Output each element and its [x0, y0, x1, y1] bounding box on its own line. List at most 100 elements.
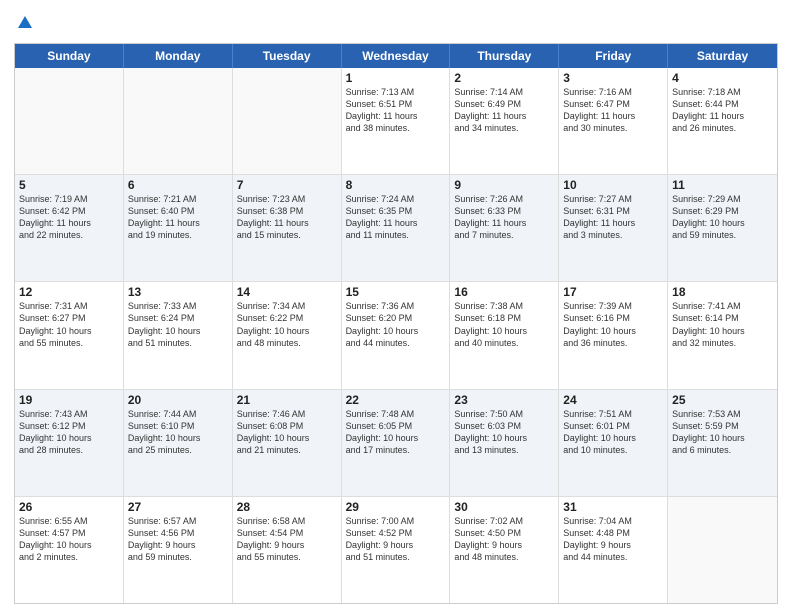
calendar-empty-cell [124, 68, 233, 174]
day-number: 16 [454, 285, 554, 299]
day-details: Sunrise: 7:14 AM Sunset: 6:49 PM Dayligh… [454, 86, 554, 135]
day-number: 8 [346, 178, 446, 192]
calendar-day-29: 29Sunrise: 7:00 AM Sunset: 4:52 PM Dayli… [342, 497, 451, 603]
day-number: 3 [563, 71, 663, 85]
day-details: Sunrise: 7:50 AM Sunset: 6:03 PM Dayligh… [454, 408, 554, 457]
day-details: Sunrise: 7:29 AM Sunset: 6:29 PM Dayligh… [672, 193, 773, 242]
day-details: Sunrise: 7:39 AM Sunset: 6:16 PM Dayligh… [563, 300, 663, 349]
header-day-tuesday: Tuesday [233, 44, 342, 68]
day-number: 20 [128, 393, 228, 407]
day-number: 1 [346, 71, 446, 85]
day-details: Sunrise: 7:48 AM Sunset: 6:05 PM Dayligh… [346, 408, 446, 457]
calendar-day-24: 24Sunrise: 7:51 AM Sunset: 6:01 PM Dayli… [559, 390, 668, 496]
calendar-day-9: 9Sunrise: 7:26 AM Sunset: 6:33 PM Daylig… [450, 175, 559, 281]
calendar-day-28: 28Sunrise: 6:58 AM Sunset: 4:54 PM Dayli… [233, 497, 342, 603]
calendar-row-2: 12Sunrise: 7:31 AM Sunset: 6:27 PM Dayli… [15, 282, 777, 389]
header-day-wednesday: Wednesday [342, 44, 451, 68]
day-number: 11 [672, 178, 773, 192]
day-details: Sunrise: 7:26 AM Sunset: 6:33 PM Dayligh… [454, 193, 554, 242]
day-number: 7 [237, 178, 337, 192]
calendar-day-19: 19Sunrise: 7:43 AM Sunset: 6:12 PM Dayli… [15, 390, 124, 496]
day-details: Sunrise: 7:31 AM Sunset: 6:27 PM Dayligh… [19, 300, 119, 349]
day-number: 2 [454, 71, 554, 85]
calendar-day-15: 15Sunrise: 7:36 AM Sunset: 6:20 PM Dayli… [342, 282, 451, 388]
day-details: Sunrise: 6:58 AM Sunset: 4:54 PM Dayligh… [237, 515, 337, 564]
calendar-day-8: 8Sunrise: 7:24 AM Sunset: 6:35 PM Daylig… [342, 175, 451, 281]
calendar-day-31: 31Sunrise: 7:04 AM Sunset: 4:48 PM Dayli… [559, 497, 668, 603]
day-number: 5 [19, 178, 119, 192]
day-number: 14 [237, 285, 337, 299]
day-number: 24 [563, 393, 663, 407]
day-number: 29 [346, 500, 446, 514]
logo-icon [16, 14, 34, 32]
calendar-day-18: 18Sunrise: 7:41 AM Sunset: 6:14 PM Dayli… [668, 282, 777, 388]
day-number: 26 [19, 500, 119, 514]
day-number: 9 [454, 178, 554, 192]
day-number: 25 [672, 393, 773, 407]
day-number: 13 [128, 285, 228, 299]
page-header [14, 10, 778, 37]
calendar-day-22: 22Sunrise: 7:48 AM Sunset: 6:05 PM Dayli… [342, 390, 451, 496]
day-number: 27 [128, 500, 228, 514]
day-number: 18 [672, 285, 773, 299]
day-details: Sunrise: 7:36 AM Sunset: 6:20 PM Dayligh… [346, 300, 446, 349]
day-number: 22 [346, 393, 446, 407]
day-number: 10 [563, 178, 663, 192]
calendar-day-16: 16Sunrise: 7:38 AM Sunset: 6:18 PM Dayli… [450, 282, 559, 388]
calendar-day-26: 26Sunrise: 6:55 AM Sunset: 4:57 PM Dayli… [15, 497, 124, 603]
header-day-friday: Friday [559, 44, 668, 68]
header-day-thursday: Thursday [450, 44, 559, 68]
header-day-sunday: Sunday [15, 44, 124, 68]
day-details: Sunrise: 7:16 AM Sunset: 6:47 PM Dayligh… [563, 86, 663, 135]
calendar-empty-cell [668, 497, 777, 603]
day-details: Sunrise: 7:27 AM Sunset: 6:31 PM Dayligh… [563, 193, 663, 242]
day-details: Sunrise: 7:44 AM Sunset: 6:10 PM Dayligh… [128, 408, 228, 457]
calendar-empty-cell [15, 68, 124, 174]
calendar-day-23: 23Sunrise: 7:50 AM Sunset: 6:03 PM Dayli… [450, 390, 559, 496]
day-number: 4 [672, 71, 773, 85]
day-number: 30 [454, 500, 554, 514]
day-details: Sunrise: 7:13 AM Sunset: 6:51 PM Dayligh… [346, 86, 446, 135]
calendar-header: SundayMondayTuesdayWednesdayThursdayFrid… [15, 44, 777, 68]
day-number: 15 [346, 285, 446, 299]
calendar-day-2: 2Sunrise: 7:14 AM Sunset: 6:49 PM Daylig… [450, 68, 559, 174]
calendar-day-25: 25Sunrise: 7:53 AM Sunset: 5:59 PM Dayli… [668, 390, 777, 496]
calendar-day-1: 1Sunrise: 7:13 AM Sunset: 6:51 PM Daylig… [342, 68, 451, 174]
calendar-row-4: 26Sunrise: 6:55 AM Sunset: 4:57 PM Dayli… [15, 497, 777, 603]
calendar-body: 1Sunrise: 7:13 AM Sunset: 6:51 PM Daylig… [15, 68, 777, 603]
day-details: Sunrise: 7:24 AM Sunset: 6:35 PM Dayligh… [346, 193, 446, 242]
calendar-day-20: 20Sunrise: 7:44 AM Sunset: 6:10 PM Dayli… [124, 390, 233, 496]
day-details: Sunrise: 7:51 AM Sunset: 6:01 PM Dayligh… [563, 408, 663, 457]
calendar-day-14: 14Sunrise: 7:34 AM Sunset: 6:22 PM Dayli… [233, 282, 342, 388]
calendar: SundayMondayTuesdayWednesdayThursdayFrid… [14, 43, 778, 604]
calendar-day-10: 10Sunrise: 7:27 AM Sunset: 6:31 PM Dayli… [559, 175, 668, 281]
day-details: Sunrise: 7:19 AM Sunset: 6:42 PM Dayligh… [19, 193, 119, 242]
calendar-day-13: 13Sunrise: 7:33 AM Sunset: 6:24 PM Dayli… [124, 282, 233, 388]
day-details: Sunrise: 6:57 AM Sunset: 4:56 PM Dayligh… [128, 515, 228, 564]
calendar-day-5: 5Sunrise: 7:19 AM Sunset: 6:42 PM Daylig… [15, 175, 124, 281]
calendar-day-4: 4Sunrise: 7:18 AM Sunset: 6:44 PM Daylig… [668, 68, 777, 174]
calendar-row-0: 1Sunrise: 7:13 AM Sunset: 6:51 PM Daylig… [15, 68, 777, 175]
calendar-row-3: 19Sunrise: 7:43 AM Sunset: 6:12 PM Dayli… [15, 390, 777, 497]
day-details: Sunrise: 7:46 AM Sunset: 6:08 PM Dayligh… [237, 408, 337, 457]
calendar-empty-cell [233, 68, 342, 174]
day-details: Sunrise: 7:04 AM Sunset: 4:48 PM Dayligh… [563, 515, 663, 564]
day-details: Sunrise: 7:34 AM Sunset: 6:22 PM Dayligh… [237, 300, 337, 349]
calendar-day-21: 21Sunrise: 7:46 AM Sunset: 6:08 PM Dayli… [233, 390, 342, 496]
day-number: 28 [237, 500, 337, 514]
header-day-saturday: Saturday [668, 44, 777, 68]
calendar-day-3: 3Sunrise: 7:16 AM Sunset: 6:47 PM Daylig… [559, 68, 668, 174]
day-details: Sunrise: 7:38 AM Sunset: 6:18 PM Dayligh… [454, 300, 554, 349]
day-number: 12 [19, 285, 119, 299]
day-number: 31 [563, 500, 663, 514]
day-details: Sunrise: 7:18 AM Sunset: 6:44 PM Dayligh… [672, 86, 773, 135]
calendar-day-11: 11Sunrise: 7:29 AM Sunset: 6:29 PM Dayli… [668, 175, 777, 281]
day-number: 19 [19, 393, 119, 407]
day-details: Sunrise: 7:33 AM Sunset: 6:24 PM Dayligh… [128, 300, 228, 349]
calendar-day-30: 30Sunrise: 7:02 AM Sunset: 4:50 PM Dayli… [450, 497, 559, 603]
day-details: Sunrise: 7:53 AM Sunset: 5:59 PM Dayligh… [672, 408, 773, 457]
day-number: 17 [563, 285, 663, 299]
day-number: 21 [237, 393, 337, 407]
header-day-monday: Monday [124, 44, 233, 68]
day-details: Sunrise: 6:55 AM Sunset: 4:57 PM Dayligh… [19, 515, 119, 564]
